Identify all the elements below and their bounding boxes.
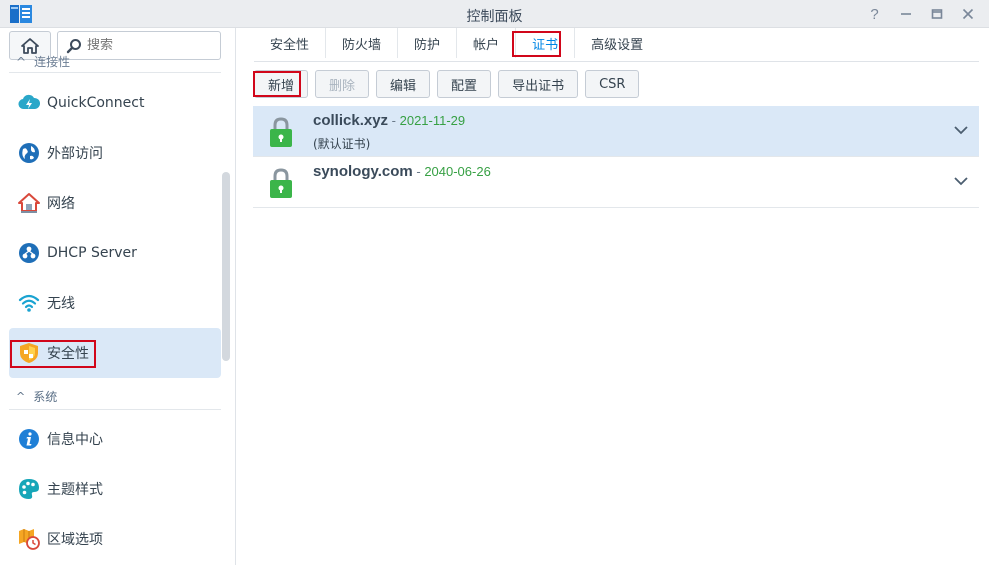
theme-icon: [19, 479, 39, 499]
certificate-expiry: 2021-11-29: [399, 113, 466, 128]
help-icon[interactable]: ?: [863, 4, 886, 24]
info-center-icon: [19, 429, 39, 449]
configure-button[interactable]: 配置: [437, 70, 492, 98]
group-header-system[interactable]: ^ 系统: [16, 388, 57, 405]
wireless-icon: [18, 294, 40, 312]
sidebar-item-label: 区域选项: [47, 532, 103, 548]
divider: [9, 409, 221, 410]
sidebar-item-info-center[interactable]: 信息中心: [9, 414, 221, 464]
tab-firewall[interactable]: 防火墙: [325, 28, 397, 58]
sidebar-item-label: 无线: [47, 296, 75, 312]
export-certificate-button[interactable]: 导出证书: [498, 70, 579, 98]
tab-protection[interactable]: 防护: [397, 28, 456, 58]
sidebar-item-quickconnect[interactable]: QuickConnect: [9, 78, 221, 128]
certificate-title: collick.xyz - 2021-11-29: [313, 112, 466, 129]
window-title: 控制面板: [466, 9, 523, 25]
quickconnect-icon: [18, 94, 40, 110]
home-icon: [21, 37, 39, 54]
tab-bar: 安全性 防火墙 防护 帐户 证书 高级设置: [254, 28, 979, 62]
delete-button[interactable]: 删除: [315, 70, 370, 98]
search-box[interactable]: [57, 31, 221, 60]
highlight-box-add: [253, 71, 301, 97]
regional-options-icon: [19, 529, 40, 550]
lock-icon: [270, 168, 292, 198]
chevron-down-icon[interactable]: [954, 123, 968, 137]
search-icon: [66, 38, 81, 53]
certificate-note: (默认证书): [313, 137, 371, 151]
sidebar-item-dhcp-server[interactable]: DHCP Server: [9, 228, 221, 278]
certificate-name: collick.xyz: [313, 112, 389, 129]
group-header-connectivity[interactable]: ^ 连接性: [16, 53, 70, 70]
lock-icon: [270, 117, 292, 147]
divider: [9, 72, 221, 73]
certificate-name: synology.com: [313, 163, 413, 180]
tab-account[interactable]: 帐户: [456, 28, 515, 58]
sidebar-scrollbar[interactable]: [222, 172, 230, 361]
sidebar-item-label: 网络: [47, 196, 75, 212]
sidebar-item-label: DHCP Server: [47, 245, 137, 261]
highlight-box-security: [10, 340, 96, 368]
tab-security[interactable]: 安全性: [254, 28, 325, 58]
edit-button[interactable]: 编辑: [376, 70, 431, 98]
minimize-icon[interactable]: [894, 4, 917, 24]
sidebar-item-wireless[interactable]: 无线: [9, 278, 221, 328]
sidebar-item-label: 信息中心: [47, 432, 103, 448]
search-input[interactable]: [87, 38, 207, 53]
title-bar: 控制面板 ?: [0, 0, 989, 28]
certificate-row[interactable]: synology.com - 2040-06-26: [253, 157, 979, 208]
certificate-expiry: 2040-06-26: [424, 164, 491, 179]
csr-button[interactable]: CSR: [585, 70, 640, 98]
sidebar-item-theme[interactable]: 主题样式: [9, 464, 221, 514]
toolbar: 新增 删除 编辑 配置 导出证书 CSR: [254, 70, 640, 98]
chevron-down-icon[interactable]: [954, 174, 968, 188]
sidebar-item-regional-options[interactable]: 区域选项: [9, 514, 221, 564]
sidebar-item-external-access[interactable]: 外部访问: [9, 128, 221, 178]
maximize-icon[interactable]: [925, 4, 948, 24]
sidebar-item-label: QuickConnect: [47, 95, 145, 111]
sidebar-item-label: 主题样式: [47, 482, 103, 498]
sidebar-item-network[interactable]: 网络: [9, 178, 221, 228]
tab-advanced[interactable]: 高级设置: [574, 28, 659, 58]
sidebar-item-label: 外部访问: [47, 146, 103, 162]
certificate-row[interactable]: collick.xyz - 2021-11-29 (默认证书): [253, 106, 979, 157]
certificate-title: synology.com - 2040-06-26: [313, 163, 491, 180]
highlight-box-certificate-tab: [512, 31, 561, 57]
external-access-icon: [19, 143, 39, 163]
close-icon[interactable]: [956, 4, 979, 24]
dhcp-server-icon: [19, 243, 39, 263]
network-icon: [18, 193, 40, 213]
sidebar: ^连接性 QuickConnect 外部访问 网络: [0, 28, 236, 565]
